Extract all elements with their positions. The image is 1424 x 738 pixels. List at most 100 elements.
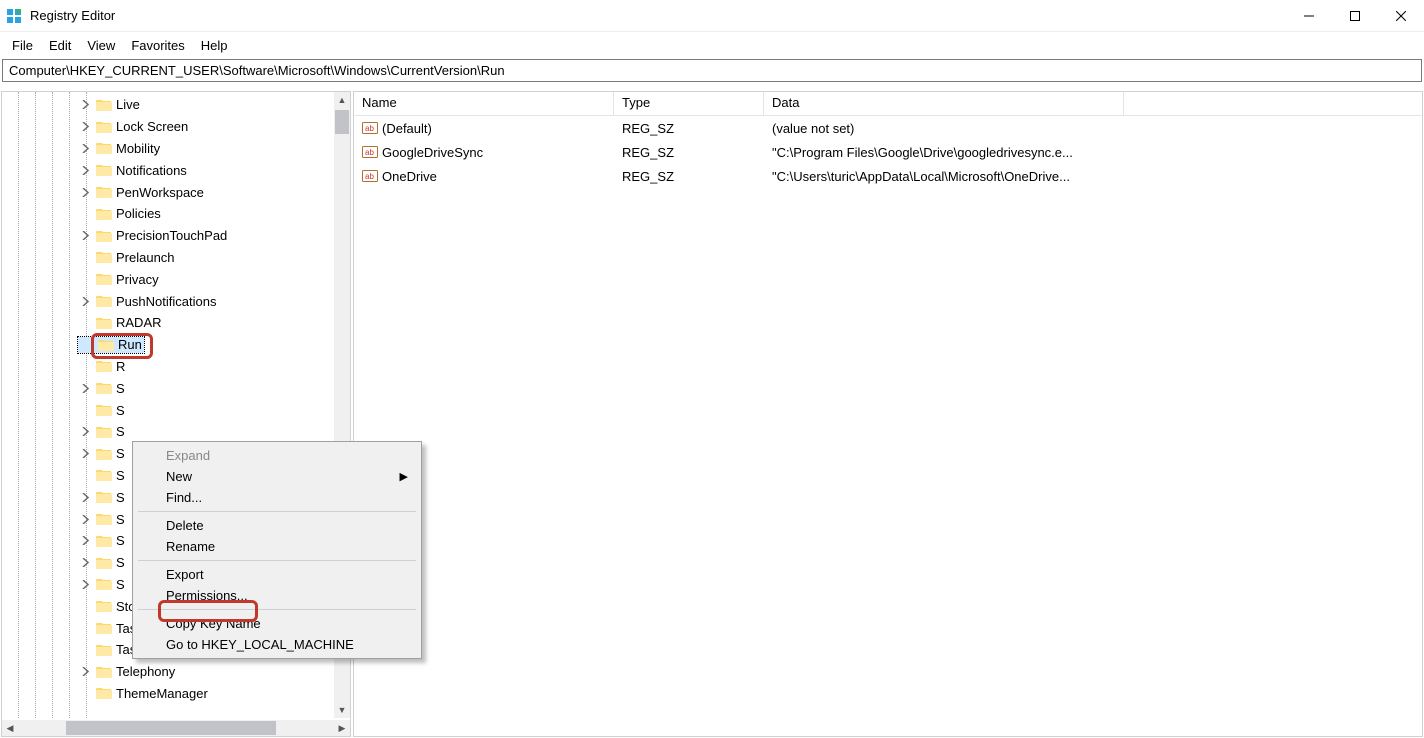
menu-favorites[interactable]: Favorites <box>123 34 192 57</box>
string-value-icon: ab <box>362 168 378 184</box>
tree-item[interactable]: ThemeManager <box>2 683 334 705</box>
tree-item-label: Prelaunch <box>116 250 175 265</box>
folder-icon <box>96 293 112 309</box>
tree-item[interactable]: PushNotifications <box>2 290 334 312</box>
cm-find[interactable]: Find... <box>136 487 418 508</box>
tree-item-label: PushNotifications <box>116 294 216 309</box>
cm-delete[interactable]: Delete <box>136 515 418 536</box>
chevron-right-icon[interactable] <box>78 122 92 131</box>
folder-icon <box>96 119 112 135</box>
tree-item-label: S <box>116 555 125 570</box>
value-type: REG_SZ <box>614 169 764 184</box>
chevron-right-icon[interactable] <box>78 100 92 109</box>
tree-item[interactable]: Run <box>2 334 334 356</box>
tree-item-label: ThemeManager <box>116 686 208 701</box>
tree-horizontal-scrollbar[interactable]: ◀ ▶ <box>2 720 350 736</box>
folder-icon <box>96 511 112 527</box>
tree-item-label: Live <box>116 97 140 112</box>
value-data: "C:\Program Files\Google\Drive\googledri… <box>764 145 1324 160</box>
folder-icon <box>96 620 112 636</box>
tree-item[interactable]: R <box>2 356 334 378</box>
cm-copy-key[interactable]: Copy Key Name <box>136 613 418 634</box>
tree-item[interactable]: S <box>2 421 334 443</box>
cm-rename[interactable]: Rename <box>136 536 418 557</box>
scroll-down-icon[interactable]: ▼ <box>334 702 350 718</box>
close-button[interactable] <box>1378 0 1424 32</box>
chevron-right-icon[interactable] <box>78 427 92 436</box>
menu-help[interactable]: Help <box>193 34 236 57</box>
list-rows: ab(Default)REG_SZ(value not set)abGoogle… <box>354 116 1422 188</box>
list-row[interactable]: ab(Default)REG_SZ(value not set) <box>354 116 1422 140</box>
chevron-right-icon[interactable] <box>78 667 92 676</box>
folder-icon <box>96 380 112 396</box>
folder-icon <box>96 162 112 178</box>
chevron-right-icon[interactable] <box>78 144 92 153</box>
menu-view[interactable]: View <box>79 34 123 57</box>
chevron-right-icon[interactable] <box>78 536 92 545</box>
chevron-right-icon[interactable] <box>78 231 92 240</box>
tree-item[interactable]: Notifications <box>2 159 334 181</box>
chevron-right-icon[interactable] <box>78 384 92 393</box>
maximize-button[interactable] <box>1332 0 1378 32</box>
tree-item-label: S <box>116 424 125 439</box>
cm-new[interactable]: New▶ <box>136 466 418 487</box>
cm-expand: Expand <box>136 445 418 466</box>
tree-item-label: R <box>116 359 125 374</box>
scroll-up-icon[interactable]: ▲ <box>334 92 350 108</box>
tree-item[interactable]: S <box>2 377 334 399</box>
chevron-right-icon[interactable] <box>78 580 92 589</box>
chevron-right-icon[interactable] <box>78 166 92 175</box>
tree-item[interactable]: Mobility <box>2 138 334 160</box>
chevron-right-icon[interactable] <box>78 449 92 458</box>
scroll-right-icon[interactable]: ▶ <box>334 720 350 736</box>
folder-icon <box>96 489 112 505</box>
folder-icon <box>96 184 112 200</box>
folder-icon <box>96 358 112 374</box>
chevron-right-icon[interactable] <box>78 297 92 306</box>
list-pane: Name Type Data ab(Default)REG_SZ(value n… <box>353 91 1423 737</box>
menu-file[interactable]: File <box>4 34 41 57</box>
col-data[interactable]: Data <box>764 92 1124 115</box>
tree-item-label: PenWorkspace <box>116 185 204 200</box>
chevron-right-icon[interactable] <box>78 493 92 502</box>
cm-permissions[interactable]: Permissions... <box>136 585 418 606</box>
list-row[interactable]: abOneDriveREG_SZ"C:\Users\turic\AppData\… <box>354 164 1422 188</box>
chevron-right-icon[interactable] <box>78 558 92 567</box>
tree-item[interactable]: S <box>2 399 334 421</box>
tree-item[interactable]: Policies <box>2 203 334 225</box>
tree-item-label: S <box>116 490 125 505</box>
folder-icon <box>96 533 112 549</box>
value-type: REG_SZ <box>614 145 764 160</box>
svg-text:ab: ab <box>365 124 374 133</box>
window-title: Registry Editor <box>30 8 1286 23</box>
folder-icon <box>96 140 112 156</box>
tree-item[interactable]: PrecisionTouchPad <box>2 225 334 247</box>
tree-item[interactable]: PenWorkspace <box>2 181 334 203</box>
cm-goto[interactable]: Go to HKEY_LOCAL_MACHINE <box>136 634 418 655</box>
value-name: OneDrive <box>382 169 437 184</box>
menu-edit[interactable]: Edit <box>41 34 79 57</box>
chevron-right-icon[interactable] <box>78 188 92 197</box>
tree-item[interactable]: Telephony <box>2 661 334 683</box>
app-icon <box>6 8 22 24</box>
cm-export[interactable]: Export <box>136 564 418 585</box>
context-menu: Expand New▶ Find... Delete Rename Export… <box>132 441 422 659</box>
tree-item[interactable]: Live <box>2 94 334 116</box>
col-name[interactable]: Name <box>354 92 614 115</box>
folder-icon <box>96 555 112 571</box>
tree-item[interactable]: Prelaunch <box>2 247 334 269</box>
tree-item[interactable]: Lock Screen <box>2 116 334 138</box>
menubar: File Edit View Favorites Help <box>0 32 1424 59</box>
tree-item[interactable]: RADAR <box>2 312 334 334</box>
chevron-right-icon[interactable] <box>78 515 92 524</box>
address-bar[interactable]: Computer\HKEY_CURRENT_USER\Software\Micr… <box>2 59 1422 82</box>
folder-icon <box>96 97 112 113</box>
tree-item-label: PrecisionTouchPad <box>116 228 227 243</box>
minimize-button[interactable] <box>1286 0 1332 32</box>
list-row[interactable]: abGoogleDriveSyncREG_SZ"C:\Program Files… <box>354 140 1422 164</box>
tree-item-label: S <box>116 468 125 483</box>
col-type[interactable]: Type <box>614 92 764 115</box>
tree-item-label: Run <box>118 337 142 352</box>
scroll-left-icon[interactable]: ◀ <box>2 720 18 736</box>
tree-item[interactable]: Privacy <box>2 268 334 290</box>
